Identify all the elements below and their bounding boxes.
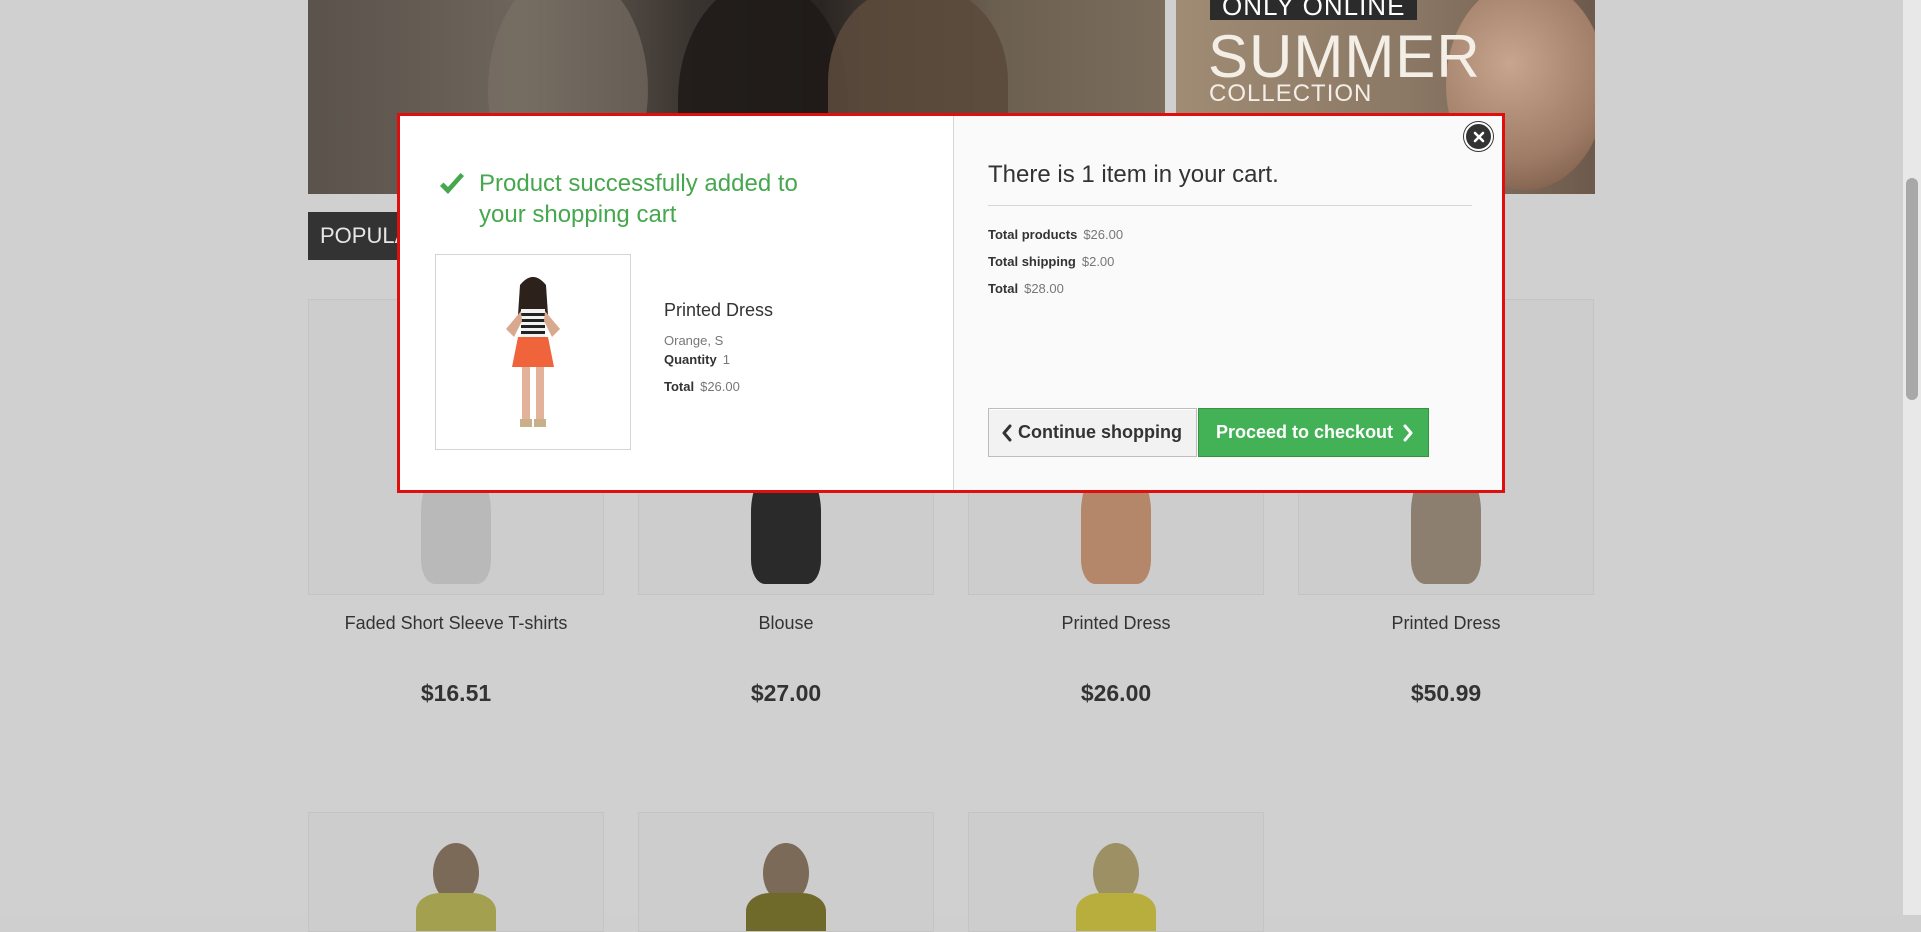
cart-total-label: Total — [988, 281, 1019, 296]
add-to-cart-modal: Product successfully added to your shopp… — [397, 113, 1505, 493]
cart-product-image — [435, 254, 631, 450]
quantity-value: 1 — [722, 352, 730, 367]
product-name[interactable]: Faded Short Sleeve T-shirts — [308, 613, 604, 634]
cart-product-quantity: Quantity 1 — [664, 352, 730, 367]
page-scrollbar[interactable] — [1903, 0, 1921, 915]
total-products-value: $26.00 — [1083, 227, 1124, 242]
continue-shopping-label: Continue shopping — [1018, 422, 1182, 442]
modal-cart-panel: There is 1 item in your cart. Total prod… — [954, 116, 1502, 490]
modal-product-panel: Product successfully added to your shopp… — [400, 116, 954, 490]
chevron-left-icon — [1002, 424, 1012, 441]
close-button[interactable] — [1464, 122, 1493, 151]
product-total-value: $26.00 — [700, 379, 740, 394]
product-price: $16.51 — [420, 680, 492, 706]
check-icon — [440, 173, 464, 194]
cart-total-line: Total $28.00 — [988, 281, 1064, 296]
proceed-to-checkout-label: Proceed to checkout — [1216, 422, 1394, 442]
product-name[interactable]: Printed Dress — [1298, 613, 1594, 634]
banner-subtitle: COLLECTION — [1209, 80, 1373, 107]
success-banner: Product successfully added to your shopp… — [437, 168, 809, 230]
product-image — [746, 893, 826, 931]
product-image-card[interactable] — [968, 812, 1264, 932]
product-image-card[interactable] — [638, 812, 934, 932]
divider — [988, 205, 1472, 206]
scrollbar-thumb[interactable] — [1906, 178, 1918, 400]
proceed-to-checkout-button[interactable]: Proceed to checkout — [1198, 408, 1430, 457]
total-products-label: Total products — [988, 227, 1078, 242]
cart-count-title: There is 1 item in your cart. — [988, 161, 1279, 188]
product-name[interactable]: Printed Dress — [968, 613, 1264, 634]
product-image — [416, 893, 496, 931]
continue-shopping-button[interactable]: Continue shopping — [988, 408, 1197, 457]
product-price: $50.99 — [1410, 680, 1482, 706]
total-shipping-line: Total shipping $2.00 — [988, 254, 1114, 269]
cart-product-total: Total $26.00 — [664, 379, 740, 394]
cart-total-value: $28.00 — [1024, 281, 1064, 296]
product-image-card[interactable] — [308, 812, 604, 932]
total-shipping-value: $2.00 — [1081, 254, 1115, 269]
chevron-right-icon — [1403, 424, 1413, 441]
close-icon — [1473, 131, 1484, 142]
product-image — [1076, 893, 1156, 931]
success-message: Product successfully added to your shopp… — [479, 170, 798, 228]
product-name[interactable]: Blouse — [638, 613, 934, 634]
quantity-label: Quantity — [664, 352, 717, 367]
product-price: $26.00 — [1080, 680, 1152, 706]
banner-tag: ONLY ONLINE — [1210, 0, 1418, 20]
total-products-line: Total products $26.00 — [988, 227, 1123, 242]
cart-product-name: Printed Dress — [664, 300, 774, 320]
total-shipping-label: Total shipping — [988, 254, 1076, 269]
product-total-label: Total — [664, 379, 695, 394]
product-price: $27.00 — [750, 680, 822, 706]
cart-product-attributes: Orange, S — [664, 333, 724, 348]
